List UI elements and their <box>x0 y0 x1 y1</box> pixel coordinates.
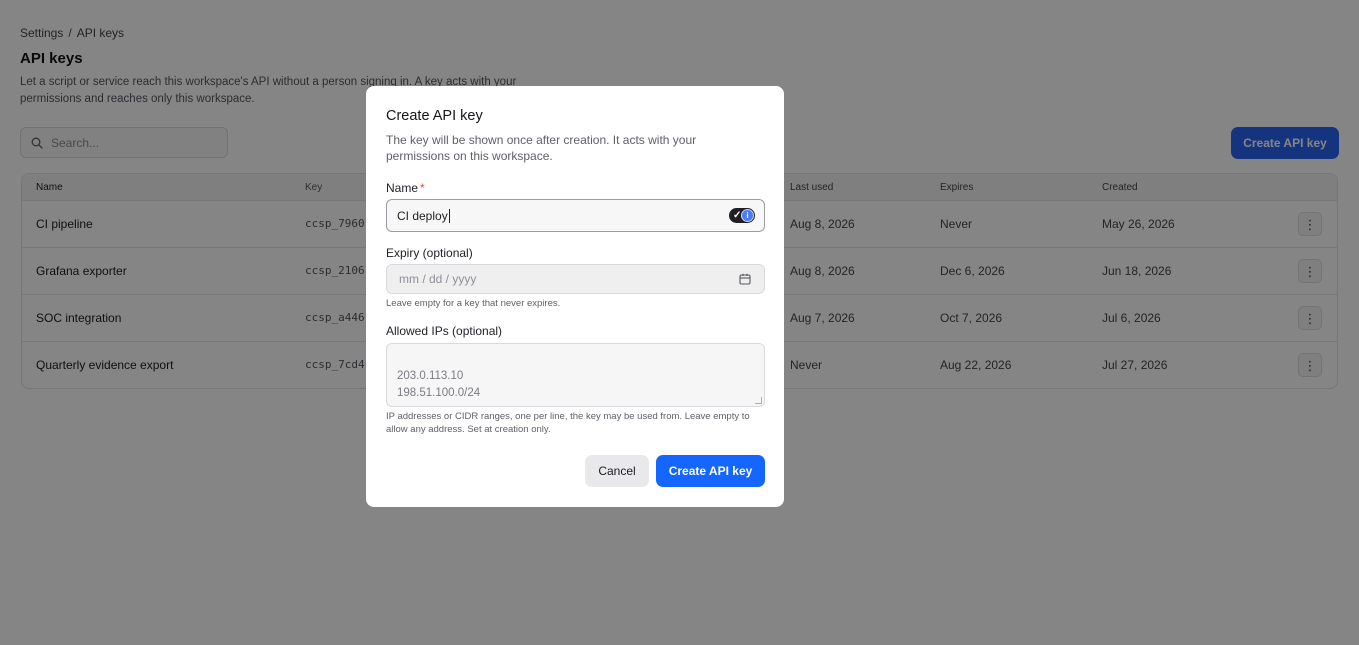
password-manager-icon[interactable]: ✓ i <box>729 208 755 223</box>
create-api-key-submit-button[interactable]: Create API key <box>656 455 765 487</box>
calendar-icon[interactable] <box>739 273 751 285</box>
info-icon: i <box>741 209 754 222</box>
dialog-description: The key will be shown once after creatio… <box>386 133 697 163</box>
text-caret <box>448 208 450 223</box>
name-label-text: Name <box>386 181 419 195</box>
allowed-ips-hint: IP addresses or CIDR ranges, one per lin… <box>386 411 750 435</box>
name-label: Name * <box>386 181 425 195</box>
cancel-button[interactable]: Cancel <box>585 455 649 487</box>
expiry-date-input[interactable]: mm / dd / yyyy <box>386 264 765 294</box>
create-api-key-dialog: Create API key The key will be shown onc… <box>366 86 784 507</box>
expiry-label: Expiry (optional) <box>386 246 473 260</box>
resize-handle[interactable] <box>755 397 762 404</box>
expiry-hint: Leave empty for a key that never expires… <box>386 298 561 309</box>
allowed-ips-label: Allowed IPs (optional) <box>386 324 503 338</box>
name-input[interactable]: CI deploy ✓ i <box>386 199 765 232</box>
dialog-title: Create API key <box>386 108 483 124</box>
required-mark: * <box>420 181 425 195</box>
allowed-ips-textarea[interactable]: 203.0.113.10 198.51.100.0/24 <box>386 343 765 407</box>
expiry-placeholder: mm / dd / yyyy <box>399 272 477 286</box>
name-input-value: CI deploy <box>397 208 448 223</box>
allowed-ips-placeholder: 203.0.113.10 198.51.100.0/24 <box>397 370 481 399</box>
